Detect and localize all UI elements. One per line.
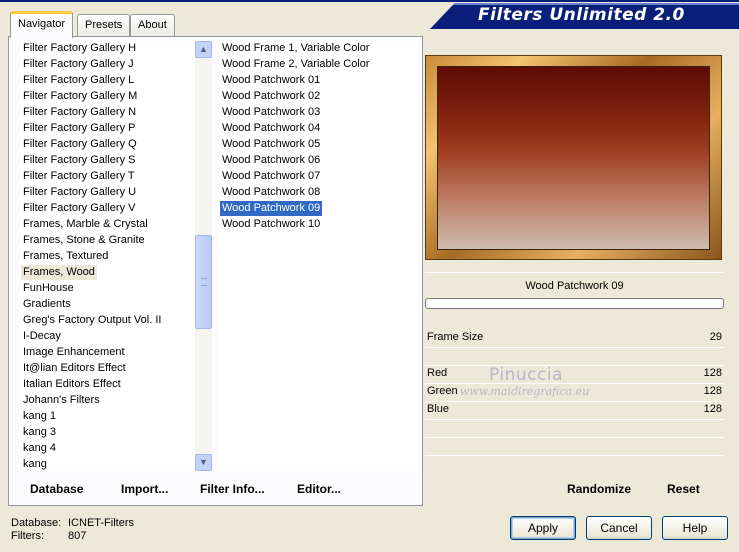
help-button[interactable]: Help [662,516,728,540]
param-blue-value[interactable]: 128 [704,403,722,415]
category-list-item[interactable]: I-Decay [21,329,63,344]
param-green-label: Green [427,385,458,397]
category-list[interactable]: Filter Factory Gallery H Filter Factory G… [19,41,195,471]
status-database-value: ICNET-Filters [68,517,134,529]
watermark-url: www.maidiregrafica.eu [460,385,590,398]
param-green-value[interactable]: 128 [704,385,722,397]
tab-navigator[interactable]: Navigator [10,11,74,38]
status-filters-value: 807 [68,530,87,542]
preview-image [425,55,722,260]
tab-presets[interactable]: Presets [77,14,131,36]
param-blue-label: Blue [427,403,450,415]
category-list-item[interactable]: Filter Factory Gallery S [21,153,137,168]
database-button[interactable]: Database [30,482,83,496]
divider [425,347,724,348]
category-list-item[interactable]: It@lian Editors Effect [21,361,128,376]
filter-list-item[interactable]: Wood Patchwork 08 [220,185,322,200]
apply-button[interactable]: Apply [510,516,576,540]
scroll-up-button[interactable]: ▲ [195,41,212,58]
category-list-item[interactable]: Filter Factory Gallery L [21,73,136,88]
filter-list-item[interactable]: Wood Patchwork 04 [220,121,322,136]
filter-list[interactable]: Wood Frame 1, Variable Color Wood Frame 2… [218,41,418,471]
import-button[interactable]: Import... [121,482,168,496]
category-list-item[interactable]: Frames, Wood [21,265,97,280]
filter-list-item[interactable]: Wood Frame 2, Variable Color [220,57,372,72]
category-list-item[interactable]: Frames, Stone & Granite [21,233,147,248]
category-list-item[interactable]: kang 1 [21,409,58,424]
divider [425,419,724,420]
category-list-item[interactable]: kang 4 [21,441,58,456]
category-list-item[interactable]: Filter Factory Gallery J [21,57,136,72]
progress-bar [425,298,724,309]
status-database-label: Database: [11,517,62,529]
category-list-item[interactable]: Filter Factory Gallery N [21,105,138,120]
category-list-item[interactable]: Filter Factory Gallery P [21,121,137,136]
category-list-item[interactable]: Filter Factory Gallery Q [21,137,139,152]
param-frame-size-label: Frame Size [427,331,484,343]
reset-button[interactable]: Reset [667,482,700,496]
tab-about[interactable]: About [130,14,175,36]
category-list-item[interactable]: Filter Factory Gallery M [21,89,139,104]
category-list-item[interactable]: Filter Factory Gallery T [21,169,137,184]
param-red-value[interactable]: 128 [704,367,722,379]
filter-list-item[interactable]: Wood Patchwork 03 [220,105,322,120]
category-list-item[interactable]: Image Enhancement [21,345,127,360]
filter-list-item[interactable]: Wood Patchwork 02 [220,89,322,104]
cancel-button[interactable]: Cancel [586,516,652,540]
category-list-item[interactable]: FunHouse [21,281,76,296]
param-red-label: Red [427,367,448,379]
category-list-item[interactable]: Frames, Marble & Crystal [21,217,150,232]
divider [425,383,724,384]
category-list-item[interactable]: Greg's Factory Output Vol. II [21,313,163,328]
category-list-item[interactable]: Filter Factory Gallery U [21,185,138,200]
watermark-name: Pinuccia [489,365,563,385]
filter-list-item[interactable]: Wood Patchwork 06 [220,153,322,168]
category-list-item[interactable]: kang [21,457,49,472]
filter-list-item[interactable]: Wood Patchwork 01 [220,73,322,88]
scroll-down-button[interactable]: ▼ [195,454,212,471]
filter-info-button[interactable]: Filter Info... [200,482,265,496]
filter-list-item[interactable]: Wood Patchwork 07 [220,169,322,184]
category-list-item[interactable]: kang 3 [21,425,58,440]
divider [425,365,724,366]
category-list-item[interactable]: Italian Editors Effect [21,377,123,392]
status-filters-label: Filters: [11,530,44,542]
title-bar-line [0,0,739,2]
divider [425,272,724,273]
preview-filter-name: Wood Patchwork 09 [425,276,724,296]
randomize-button[interactable]: Randomize [567,482,631,496]
divider [425,437,724,438]
scroll-thumb[interactable] [195,235,212,329]
editor-button[interactable]: Editor... [297,482,341,496]
category-list-item[interactable]: Gradients [21,297,73,312]
divider [425,401,724,402]
preview-canvas [437,66,710,250]
param-frame-size-value[interactable]: 29 [710,331,722,343]
category-list-item[interactable]: Johann's Filters [21,393,102,408]
filter-list-item[interactable]: Wood Patchwork 09 [218,200,324,217]
category-list-item[interactable]: Filter Factory Gallery H [21,41,138,56]
category-list-item[interactable]: Filter Factory Gallery V [21,201,137,216]
filter-list-item[interactable]: Wood Frame 1, Variable Color [220,41,372,56]
category-list-item[interactable]: Frames, Textured [21,249,110,264]
app-title: Filters Unlimited 2.0 [478,5,685,25]
filter-list-item[interactable]: Wood Patchwork 10 [220,217,322,232]
category-scrollbar[interactable]: ▲ ▼ [195,41,212,471]
filter-list-item[interactable]: Wood Patchwork 05 [220,137,322,152]
divider [425,455,724,456]
grip-icon [201,278,207,286]
